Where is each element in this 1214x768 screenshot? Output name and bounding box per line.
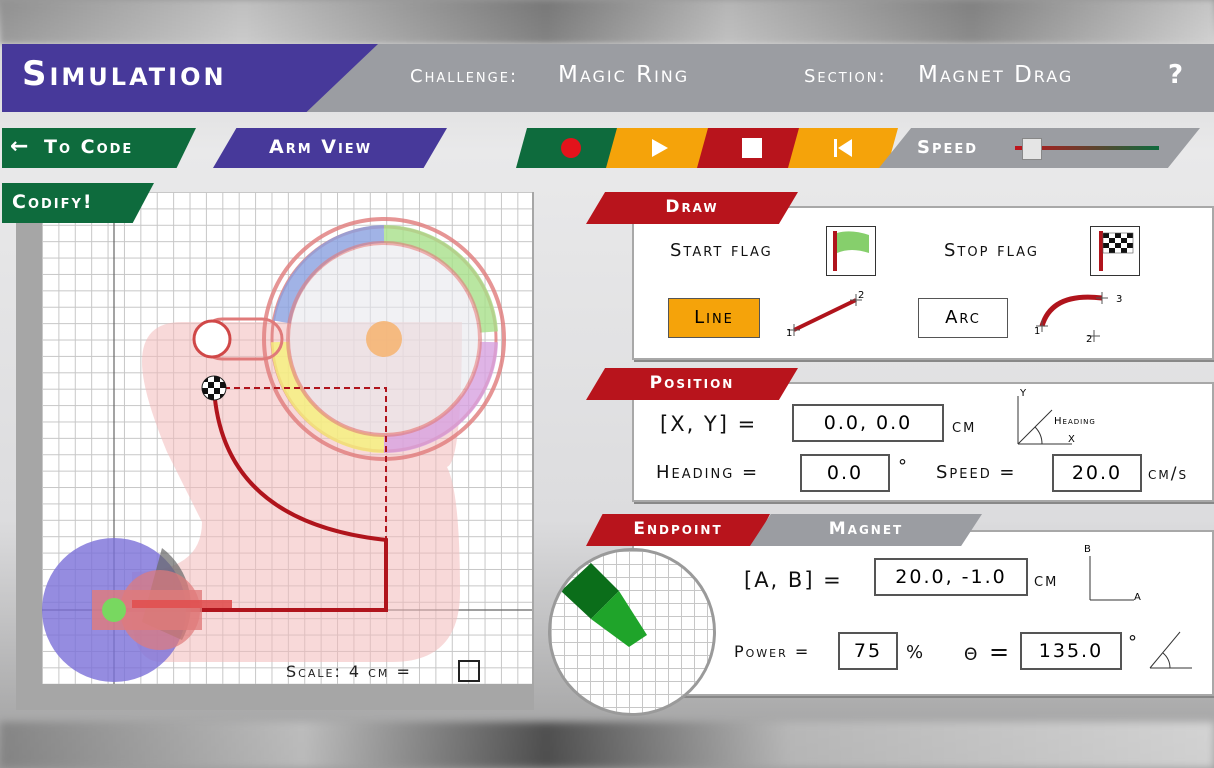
scale-square	[458, 660, 480, 682]
tab-magnet[interactable]: Magnet	[750, 514, 982, 546]
power-label: Power =	[734, 642, 811, 661]
speed-label: Speed	[917, 137, 979, 158]
arc-pt-2: 2	[1086, 334, 1093, 345]
arc-tool-diagram	[1036, 292, 1108, 342]
draw-panel: Start flag Stop flag Line 1 2 Arc 1 2 3	[632, 206, 1214, 360]
checkered-flag-icon	[1099, 231, 1134, 271]
heading-label: Heading =	[656, 462, 760, 483]
theta-label: θ =	[964, 638, 1012, 666]
magnet-icon	[561, 563, 647, 647]
scale-label: Scale: 4 cm =	[286, 662, 412, 681]
codify-label: Codify!	[12, 191, 94, 213]
to-code-label: To Code	[44, 136, 134, 158]
stop-flag-label: Stop flag	[944, 240, 1039, 261]
tab-draw[interactable]: Draw	[586, 192, 798, 224]
record-icon	[561, 138, 581, 158]
section-value: Magnet Drag	[918, 62, 1074, 88]
tab-endpoint[interactable]: Endpoint	[586, 514, 770, 546]
background-blur-bottom	[0, 722, 1214, 768]
arc-pt-3: 3	[1116, 294, 1123, 305]
challenge-value: Magic Ring	[558, 62, 690, 88]
codify-button[interactable]: Codify!	[2, 183, 154, 223]
xy-unit: cm	[952, 416, 977, 437]
section-label: Section:	[804, 66, 887, 87]
magnet-preview	[548, 548, 716, 716]
title-banner: Simulation	[2, 44, 378, 112]
ab-input[interactable]: 20.0, -1.0	[874, 558, 1028, 596]
theta-input[interactable]: 135.0	[1020, 632, 1122, 670]
stop-flag-button[interactable]	[1090, 226, 1140, 276]
arc-pt-1: 1	[1034, 326, 1041, 337]
green-flag-icon	[833, 231, 869, 271]
line-tool-button[interactable]: Line	[668, 298, 760, 338]
diagram-heading: Heading	[1054, 416, 1096, 427]
xy-label: [X, Y] =	[660, 412, 758, 436]
start-flag-button[interactable]	[826, 226, 876, 276]
speed-label: Speed =	[936, 462, 1017, 483]
arm-view-label: Arm View	[269, 136, 373, 158]
stop-flag-marker	[201, 375, 227, 401]
endpoint-panel: [A, B] = 20.0, -1.0 cm B A Power = 75 % …	[632, 530, 1214, 696]
challenge-label: Challenge:	[410, 66, 519, 87]
line-pt-1: 1	[786, 328, 793, 339]
tab-draw-label: Draw	[665, 197, 719, 217]
simulation-canvas	[42, 192, 532, 684]
to-code-button[interactable]: ← To Code	[2, 128, 196, 168]
angle-icon	[1149, 631, 1192, 669]
simulation-grid[interactable]: Scale: 4 cm =	[42, 192, 532, 684]
diagram-a: A	[1134, 592, 1141, 603]
tab-position[interactable]: Position	[586, 368, 798, 400]
skip-back-icon	[834, 139, 852, 157]
speed-unit: cm/s	[1148, 464, 1189, 484]
background-blur-top	[0, 0, 1214, 44]
diagram-x: X	[1068, 434, 1075, 445]
play-icon	[652, 139, 668, 157]
tab-endpoint-label: Endpoint	[633, 519, 723, 539]
speed-input[interactable]: 20.0	[1052, 454, 1142, 492]
theta-unit: °	[1128, 632, 1139, 653]
arm-view-button[interactable]: Arm View	[213, 128, 447, 168]
start-flag-label: Start flag	[670, 240, 773, 261]
heading-unit: °	[898, 456, 909, 477]
diagram-b: B	[1084, 544, 1091, 555]
position-panel: [X, Y] = 0.0, 0.0 cm Y X Heading Heading…	[632, 382, 1214, 502]
power-input[interactable]: 75	[838, 632, 898, 670]
tab-position-label: Position	[649, 373, 735, 393]
header-bar: Simulation Challenge: Magic Ring Section…	[2, 44, 1214, 112]
ab-label: [A, B] =	[744, 568, 843, 592]
page-title: Simulation	[22, 54, 227, 94]
stop-icon	[742, 138, 762, 158]
ab-unit: cm	[1034, 570, 1059, 591]
power-unit: %	[906, 642, 926, 663]
simulation-frame: Scale: 4 cm =	[16, 192, 534, 710]
arc-tool-button[interactable]: Arc	[918, 298, 1008, 338]
speed-slider-thumb[interactable]	[1022, 138, 1043, 160]
rewind-button[interactable]	[788, 128, 898, 168]
arrow-left-icon: ←	[10, 134, 31, 159]
tab-magnet-label: Magnet	[828, 519, 904, 539]
xy-input[interactable]: 0.0, 0.0	[792, 404, 944, 442]
speed-control: Speed	[879, 128, 1200, 168]
help-button[interactable]: ?	[1168, 60, 1183, 90]
line-pt-2: 2	[858, 290, 865, 301]
diagram-y: Y	[1020, 388, 1027, 399]
heading-input[interactable]: 0.0	[800, 454, 890, 492]
